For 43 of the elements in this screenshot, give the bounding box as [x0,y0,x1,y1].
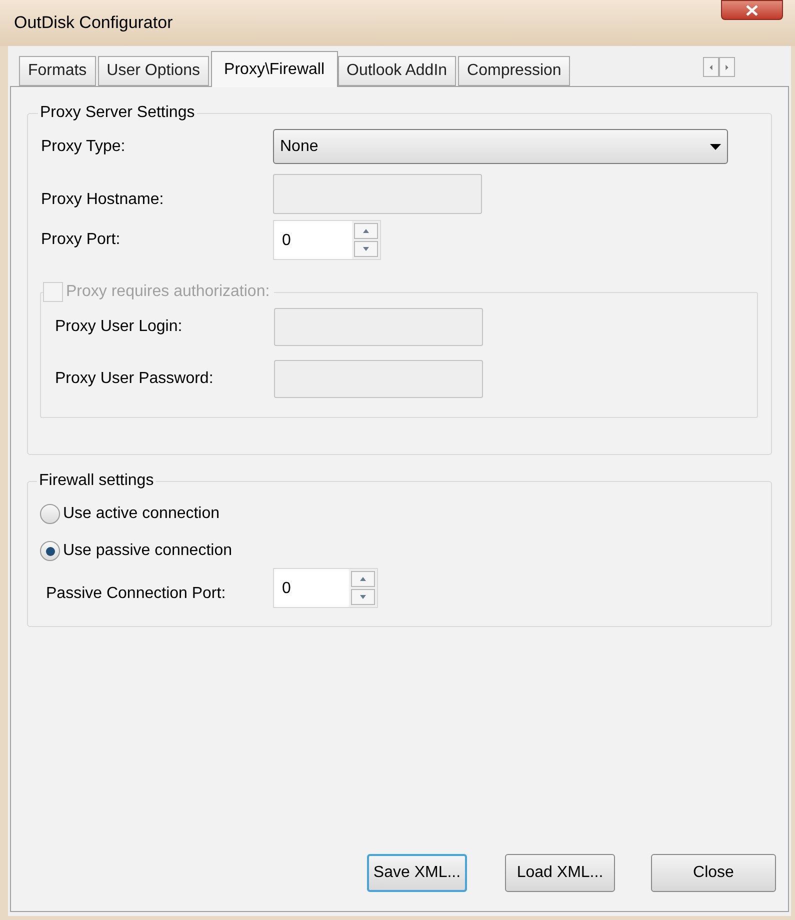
right-arrow-icon [725,64,729,70]
field-label: Passive Connection Port: [46,584,227,604]
field-label: Proxy Hostname: [41,190,165,210]
radio-button[interactable] [40,541,60,561]
dropdown-arrow-icon [710,144,721,150]
down-arrow-icon [359,594,367,600]
tab[interactable]: Outlook AddIn [338,56,456,86]
field-label: Proxy Port: [41,230,122,250]
window-title: OutDisk Configurator [14,12,173,34]
radio-button[interactable] [40,504,60,524]
up-arrow-icon [362,228,370,234]
spinner-field[interactable]: 0 [273,568,378,608]
spin-down-button[interactable] [351,589,375,605]
input-field[interactable] [273,174,482,214]
field-label: Proxy User Password: [55,369,214,389]
tab[interactable]: User Options [98,56,210,86]
radio-label: Use active connection [63,504,220,524]
field-label: Proxy User Login: [55,317,184,337]
dialog-button[interactable]: Close [651,854,776,892]
tab[interactable]: Compression [458,56,570,86]
close-button[interactable] [721,0,783,20]
down-arrow-icon [362,246,370,252]
group-title: Proxy Server Settings [39,103,196,123]
spin-down-button[interactable] [354,241,378,257]
up-arrow-icon [359,576,367,582]
radio-label: Use passive connection [63,541,232,561]
dialog-button[interactable]: Save XML... [367,854,467,892]
close-icon [746,4,758,16]
tab[interactable]: Formats [19,56,96,86]
input-field[interactable] [274,308,483,346]
scroll-left-button[interactable] [703,57,719,77]
proxy-type-dropdown[interactable]: None [273,129,728,164]
left-arrow-icon [709,64,713,70]
tab[interactable]: Proxy\Firewall [211,51,338,87]
input-field[interactable] [274,360,483,398]
spin-up-button[interactable] [351,571,375,587]
scroll-right-button[interactable] [719,57,735,77]
spinner-field[interactable]: 0 [273,220,381,260]
checkbox-label: Proxy requires authorization: [66,282,270,302]
dialog-button[interactable]: Load XML... [505,854,615,892]
field-label: Proxy Type: [41,136,126,156]
group-title: Firewall settings [38,471,155,491]
spin-up-button[interactable] [354,223,378,239]
